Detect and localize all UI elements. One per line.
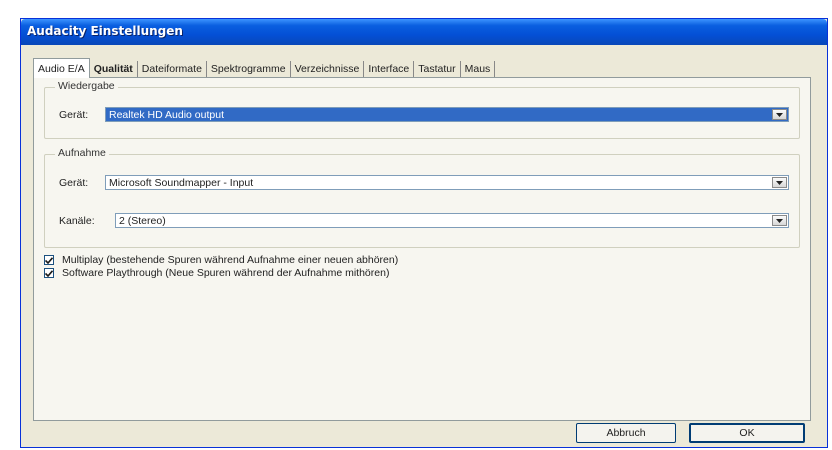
software-playthrough-label: Software Playthrough (Neue Spuren währen…	[62, 267, 390, 279]
window-title: Audacity Einstellungen	[27, 24, 183, 38]
tab-directories[interactable]: Verzeichnisse	[291, 61, 365, 77]
tab-mouse[interactable]: Maus	[461, 61, 496, 77]
tab-quality[interactable]: Qualität	[90, 61, 138, 77]
tab-file-formats[interactable]: Dateiformate	[138, 61, 207, 77]
recording-group-title: Aufnahme	[55, 147, 109, 159]
preferences-dialog: Audacity Einstellungen Audio E/A Qualitä…	[20, 18, 828, 448]
multiplay-checkbox[interactable]	[44, 255, 54, 265]
playback-device-value: Realtek HD Audio output	[109, 108, 224, 121]
multiplay-option[interactable]: Multiplay (bestehende Spuren während Auf…	[44, 254, 398, 266]
tab-audio-io[interactable]: Audio E/A	[33, 58, 90, 78]
multiplay-label: Multiplay (bestehende Spuren während Auf…	[62, 254, 399, 266]
checkmark-icon	[45, 269, 53, 277]
playback-group-title: Wiedergabe	[55, 80, 118, 92]
recording-group: Aufnahme Gerät: Microsoft Soundmapper - …	[44, 147, 800, 248]
software-playthrough-option[interactable]: Software Playthrough (Neue Spuren währen…	[44, 267, 389, 279]
tab-spectrograms[interactable]: Spektrogramme	[207, 61, 291, 77]
playback-device-label: Gerät:	[59, 109, 89, 121]
channels-select[interactable]: 2 (Stereo)	[115, 213, 789, 228]
tab-keyboard[interactable]: Tastatur	[414, 61, 461, 77]
title-bar[interactable]: Audacity Einstellungen	[21, 19, 827, 45]
chevron-down-icon[interactable]	[772, 109, 787, 120]
ok-button[interactable]: OK	[689, 423, 805, 443]
audio-io-panel: Wiedergabe Gerät: Realtek HD Audio outpu…	[33, 77, 811, 421]
channels-label: Kanäle:	[59, 215, 95, 227]
tab-strip: Audio E/A Qualität Dateiformate Spektrog…	[33, 57, 793, 78]
playback-group: Wiedergabe Gerät: Realtek HD Audio outpu…	[44, 80, 800, 139]
recording-device-value: Microsoft Soundmapper - Input	[109, 176, 254, 189]
recording-device-select[interactable]: Microsoft Soundmapper - Input	[105, 175, 789, 190]
software-playthrough-checkbox[interactable]	[44, 268, 54, 278]
channels-value: 2 (Stereo)	[119, 214, 166, 227]
recording-device-label: Gerät:	[59, 177, 89, 189]
tab-interface[interactable]: Interface	[364, 61, 415, 77]
chevron-down-icon[interactable]	[772, 177, 787, 188]
cancel-button[interactable]: Abbruch	[576, 423, 676, 443]
checkmark-icon	[45, 256, 53, 264]
playback-device-select[interactable]: Realtek HD Audio output	[105, 107, 789, 122]
chevron-down-icon[interactable]	[772, 215, 787, 226]
